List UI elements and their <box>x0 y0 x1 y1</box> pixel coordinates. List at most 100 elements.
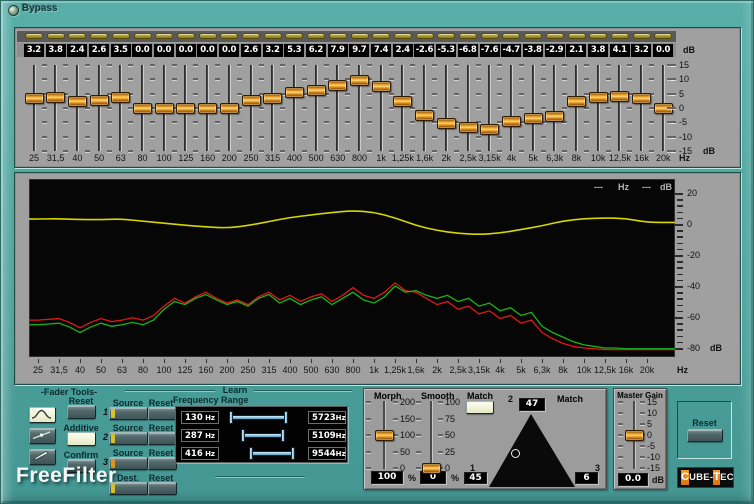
band-fader-handle[interactable] <box>545 111 564 122</box>
band-select-button[interactable] <box>329 33 347 39</box>
range-slider-bar[interactable] <box>231 415 286 420</box>
band-select-button[interactable] <box>633 33 651 39</box>
range-low-handle[interactable] <box>241 429 245 442</box>
band-select-button[interactable] <box>351 33 369 39</box>
band-fader-handle[interactable] <box>46 92 65 103</box>
band-fader-handle[interactable] <box>176 103 195 114</box>
band-fader-handle[interactable] <box>437 118 456 129</box>
band-fader-handle[interactable] <box>285 87 304 98</box>
band-select-button[interactable] <box>502 33 520 39</box>
band-fader-handle[interactable] <box>133 103 152 114</box>
band-fader-track[interactable] <box>510 65 513 151</box>
master-reset-button[interactable] <box>687 429 723 442</box>
master-gain-handle[interactable] <box>625 430 644 441</box>
band-fader-handle[interactable] <box>111 92 130 103</box>
band-fader-track[interactable] <box>467 65 470 151</box>
band-fader-track[interactable] <box>553 65 556 151</box>
band-select-button[interactable] <box>220 33 238 39</box>
band-fader-track[interactable] <box>293 65 296 151</box>
band-select-button[interactable] <box>654 33 672 39</box>
band-select-button[interactable] <box>90 33 108 39</box>
range-slider-bar[interactable] <box>243 433 283 438</box>
range-slider[interactable] <box>223 429 306 442</box>
learn-reset-button[interactable] <box>148 407 177 420</box>
morph-pad-handle[interactable] <box>511 449 520 458</box>
band-fader-handle[interactable] <box>632 93 651 104</box>
band-select-button[interactable] <box>372 33 390 39</box>
band-fader-handle[interactable] <box>68 96 87 107</box>
learn-source-button[interactable] <box>109 407 148 420</box>
range-slider-bar[interactable] <box>251 451 293 456</box>
range-slider[interactable] <box>223 447 306 460</box>
band-fader-track[interactable] <box>271 65 274 151</box>
band-select-button[interactable] <box>546 33 564 39</box>
bypass-label[interactable]: Bypass <box>22 4 58 14</box>
band-select-button[interactable] <box>25 33 43 39</box>
band-fader-handle[interactable] <box>393 96 412 107</box>
range-low-handle[interactable] <box>249 447 253 460</box>
band-fader-handle[interactable] <box>198 103 217 114</box>
band-fader-track[interactable] <box>423 65 426 151</box>
band-fader-track[interactable] <box>33 65 36 151</box>
band-select-button[interactable] <box>437 33 455 39</box>
band-select-button[interactable] <box>285 33 303 39</box>
band-select-button[interactable] <box>611 33 629 39</box>
range-high-handle[interactable] <box>291 447 295 460</box>
band-select-button[interactable] <box>264 33 282 39</box>
band-fader-track[interactable] <box>250 65 253 151</box>
learn-source-button[interactable] <box>109 482 148 495</box>
band-fader-handle[interactable] <box>155 103 174 114</box>
bell-curve-tool-button[interactable] <box>29 407 56 423</box>
band-fader-track[interactable] <box>401 65 404 151</box>
learn-source-button[interactable] <box>109 432 148 445</box>
band-select-button[interactable] <box>481 33 499 39</box>
band-select-button[interactable] <box>112 33 130 39</box>
band-fader-handle[interactable] <box>307 85 326 96</box>
slope-line-tool-button[interactable] <box>29 428 56 444</box>
band-fader-handle[interactable] <box>90 95 109 106</box>
band-select-button[interactable] <box>307 33 325 39</box>
range-slider[interactable] <box>223 411 306 424</box>
band-fader-handle[interactable] <box>263 93 282 104</box>
match-button[interactable] <box>466 401 494 414</box>
band-select-button[interactable] <box>47 33 65 39</box>
band-select-button[interactable] <box>459 33 477 39</box>
fader-reset-button[interactable] <box>67 405 96 419</box>
band-fader-track[interactable] <box>76 65 79 151</box>
band-fader-handle[interactable] <box>589 92 608 103</box>
band-fader-track[interactable] <box>597 65 600 151</box>
band-fader-handle[interactable] <box>220 103 239 114</box>
pencil-tool-button[interactable] <box>29 449 56 465</box>
band-fader-track[interactable] <box>575 65 578 151</box>
band-select-button[interactable] <box>134 33 152 39</box>
learn-source-button[interactable] <box>109 457 148 470</box>
band-select-button[interactable] <box>242 33 260 39</box>
band-select-button[interactable] <box>568 33 586 39</box>
learn-reset-button[interactable] <box>148 432 177 445</box>
band-fader-handle[interactable] <box>610 91 629 102</box>
band-fader-handle[interactable] <box>25 93 44 104</box>
band-fader-handle[interactable] <box>328 80 347 91</box>
band-select-button[interactable] <box>155 33 173 39</box>
band-fader-handle[interactable] <box>350 75 369 86</box>
range-high-handle[interactable] <box>281 429 285 442</box>
smooth-slider-handle[interactable] <box>422 463 441 474</box>
band-fader-track[interactable] <box>488 65 491 151</box>
band-fader-handle[interactable] <box>242 95 261 106</box>
band-select-button[interactable] <box>589 33 607 39</box>
band-fader-track[interactable] <box>618 65 621 151</box>
band-select-button[interactable] <box>394 33 412 39</box>
band-fader-handle[interactable] <box>524 113 543 124</box>
band-fader-handle[interactable] <box>372 81 391 92</box>
band-select-button[interactable] <box>524 33 542 39</box>
band-fader-track[interactable] <box>315 65 318 151</box>
band-fader-track[interactable] <box>445 65 448 151</box>
band-fader-track[interactable] <box>54 65 57 151</box>
band-fader-track[interactable] <box>336 65 339 151</box>
band-fader-handle[interactable] <box>567 96 586 107</box>
morph-slider-handle[interactable] <box>375 430 394 441</box>
band-fader-handle[interactable] <box>480 124 499 135</box>
band-fader-track[interactable] <box>119 65 122 151</box>
band-fader-track[interactable] <box>98 65 101 151</box>
morph-pad-triangle[interactable] <box>489 414 575 487</box>
